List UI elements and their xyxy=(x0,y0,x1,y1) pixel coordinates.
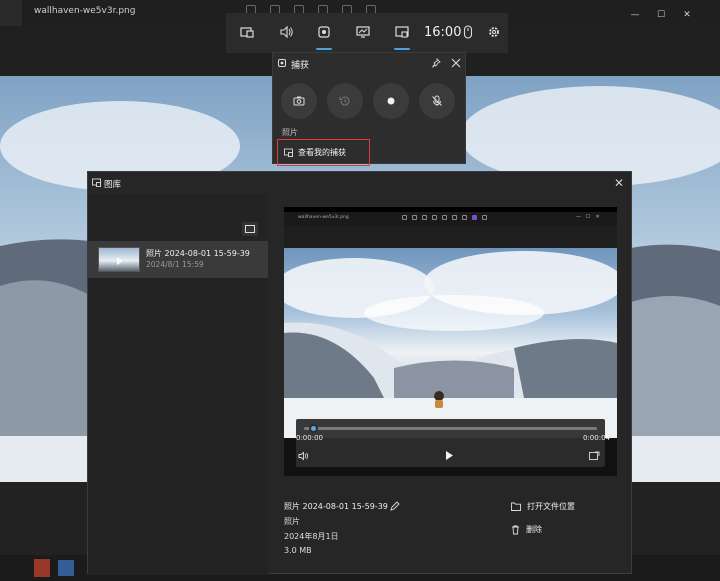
gallery-list-item[interactable]: 照片 2024-08-01 15-59-39 2024/8/1 15:59 xyxy=(88,241,268,278)
record-dot-icon xyxy=(387,97,395,105)
mouse-icon xyxy=(463,25,473,39)
play-icon[interactable] xyxy=(444,450,454,461)
trash-icon xyxy=(512,525,519,534)
preview-window-controls: —☐✕ xyxy=(576,214,605,220)
gallery-widget: 图库 ✕ 照片 2024-08-01 15-59-39 2024/8/1 15:… xyxy=(87,171,633,575)
maximize-button[interactable]: ☐ xyxy=(648,10,674,20)
gallery-title-bar[interactable]: 图库 ✕ xyxy=(88,172,633,194)
window-controls: — ☐ ✕ xyxy=(622,2,720,20)
detail-capture-date: 2024年8月1日 xyxy=(284,532,339,541)
photos-section-label: 照片 xyxy=(282,128,298,137)
close-icon[interactable] xyxy=(451,58,461,68)
gallery-icon xyxy=(395,26,409,38)
gallery-widget-button[interactable] xyxy=(389,19,415,50)
close-button[interactable]: ✕ xyxy=(674,10,700,20)
detail-capture-type: 照片 xyxy=(284,517,300,526)
preview-photo xyxy=(284,248,617,438)
gallery-icon xyxy=(92,178,101,187)
capture-widget: 捕获 照片 查看我的捕获 xyxy=(272,52,466,166)
time-elapsed: 0:00:00 xyxy=(296,434,323,442)
time-total: 0:00:04 xyxy=(583,434,610,442)
audio-icon xyxy=(280,25,293,39)
folder-icon xyxy=(511,502,521,511)
screenshot-button[interactable] xyxy=(281,83,317,119)
widget-menu-button[interactable] xyxy=(234,19,260,45)
viewer-toolbar xyxy=(246,0,446,15)
volume-icon[interactable] xyxy=(298,451,309,461)
record-last-button[interactable] xyxy=(327,83,363,119)
capture-item-name: 照片 2024-08-01 15-59-39 xyxy=(146,249,250,258)
fullscreen-icon[interactable] xyxy=(589,451,600,461)
capture-widget-title: 捕获 xyxy=(291,61,310,71)
gear-icon xyxy=(489,27,499,37)
gallery-icon xyxy=(284,148,293,157)
view-my-captures-link[interactable]: 查看我的捕获 xyxy=(277,139,370,166)
widget-menu-icon xyxy=(240,27,254,38)
camera-icon xyxy=(293,96,305,106)
open-file-location-button[interactable]: 打开文件位置 xyxy=(511,501,575,512)
gallery-list-pane: 照片 2024-08-01 15-59-39 2024/8/1 15:59 xyxy=(88,194,268,575)
detail-capture-name: 照片 2024-08-01 15-59-39 xyxy=(284,502,388,511)
performance-icon xyxy=(356,26,370,38)
record-last-icon xyxy=(339,96,350,106)
capture-widget-icon xyxy=(278,59,286,67)
capture-item-date: 2024/8/1 15:59 xyxy=(146,260,204,269)
record-button[interactable] xyxy=(373,83,409,119)
mic-toggle-button[interactable] xyxy=(419,83,455,119)
capture-preview: wallhaven-we5v3r.png —☐✕ 0:00:00 0:00:04 xyxy=(284,207,617,476)
performance-widget-button[interactable] xyxy=(350,19,376,45)
seek-bar[interactable] xyxy=(304,424,597,433)
view-my-captures-label: 查看我的捕获 xyxy=(298,148,346,157)
screen-icon xyxy=(245,225,255,233)
gallery-close-button[interactable]: ✕ xyxy=(614,176,624,190)
mic-off-icon xyxy=(432,95,442,106)
view-toggle-button[interactable] xyxy=(242,222,258,236)
gallery-title: 图库 xyxy=(104,180,122,190)
viewer-back-button[interactable] xyxy=(0,0,22,26)
viewer-filename: wallhaven-we5v3r.png xyxy=(34,6,136,16)
delete-label: 删除 xyxy=(526,525,542,534)
minimize-button[interactable]: — xyxy=(622,10,648,20)
detail-file-size: 3.0 MB xyxy=(284,546,312,555)
pin-icon[interactable] xyxy=(431,58,441,68)
open-file-location-label: 打开文件位置 xyxy=(527,502,575,511)
settings-button[interactable] xyxy=(481,19,507,45)
pencil-icon[interactable] xyxy=(390,501,400,511)
preview-toolbar xyxy=(402,215,497,221)
delete-button[interactable]: 删除 xyxy=(511,524,542,535)
capture-thumbnail xyxy=(98,247,140,272)
game-bar: 16:00 xyxy=(226,13,508,53)
capture-widget-button[interactable] xyxy=(311,19,337,50)
capture-icon xyxy=(318,26,330,38)
mouse-button[interactable] xyxy=(455,19,481,45)
preview-filename: wallhaven-we5v3r.png xyxy=(298,215,349,220)
media-controls: 0:00:00 0:00:04 xyxy=(296,419,610,467)
seek-thumb[interactable] xyxy=(309,424,318,433)
audio-widget-button[interactable] xyxy=(273,19,299,45)
